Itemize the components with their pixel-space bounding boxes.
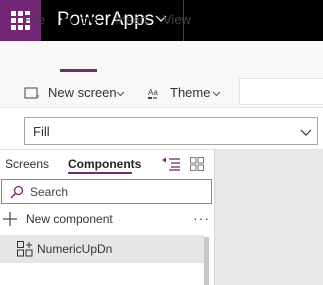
- tree-view-icon[interactable]: [162, 157, 180, 171]
- theme-icon: Aa: [148, 88, 158, 99]
- canvas-area[interactable]: [214, 150, 323, 285]
- new-component-label: New component: [26, 212, 113, 226]
- chevron-down-icon: [116, 91, 125, 97]
- search-box[interactable]: [1, 179, 212, 204]
- tab-home[interactable]: Home: [61, 12, 97, 28]
- component-name: NumericUpDn: [37, 242, 113, 256]
- search-input[interactable]: [30, 183, 200, 200]
- tab-view[interactable]: View: [163, 12, 191, 28]
- panel-scrollbar[interactable]: [204, 237, 209, 285]
- theme-button[interactable]: Aa Theme: [147, 85, 227, 101]
- thumbnail-view-icon[interactable]: [190, 157, 204, 171]
- tab-components[interactable]: Components: [68, 157, 141, 171]
- plus-icon: [3, 212, 17, 226]
- new-screen-button[interactable]: New screen: [24, 85, 132, 101]
- app-bar: PowerApps: [0, 0, 323, 41]
- active-panel-tab-indicator: [68, 172, 132, 174]
- more-options-icon[interactable]: ···: [193, 211, 210, 225]
- search-icon: [10, 185, 24, 199]
- active-tab-indicator: [60, 69, 97, 72]
- svg-text:Aa: Aa: [148, 88, 158, 97]
- chevron-down-icon: [300, 129, 312, 136]
- tab-file[interactable]: File: [24, 12, 45, 28]
- property-dropdown[interactable]: Fill: [24, 117, 318, 145]
- menu-bar: [0, 41, 323, 78]
- property-dropdown-value: Fill: [33, 124, 50, 139]
- new-screen-label: New screen: [48, 85, 117, 100]
- theme-label: Theme: [170, 85, 211, 100]
- screen-icon: [24, 87, 39, 99]
- chevron-down-icon: [212, 91, 221, 97]
- new-component-button[interactable]: New component ···: [3, 211, 211, 228]
- component-icon: [17, 241, 33, 257]
- tab-insert[interactable]: Insert: [115, 12, 148, 28]
- ribbon-text-field[interactable]: [239, 78, 323, 105]
- component-list-item[interactable]: NumericUpDn: [0, 235, 204, 263]
- tab-screens[interactable]: Screens: [5, 157, 49, 171]
